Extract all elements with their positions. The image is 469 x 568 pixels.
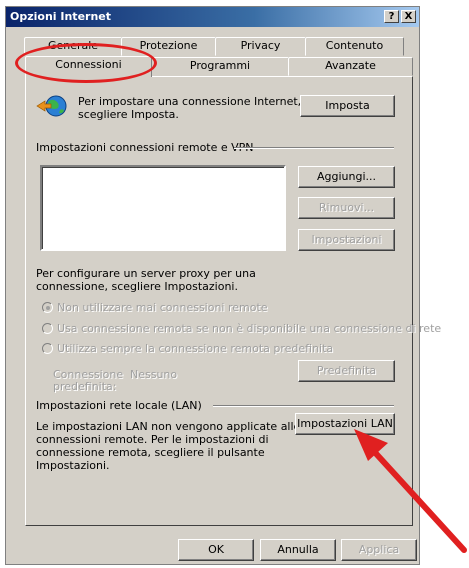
proxy-text-2: connessione, scegliere Impostazioni. <box>36 280 238 293</box>
setup-text-1: Per impostare una connessione Internet, <box>78 95 302 108</box>
connections-list[interactable] <box>40 165 286 251</box>
lan-text-4: Impostazioni. <box>36 459 110 472</box>
title-bar: Opzioni Internet ? X <box>6 7 419 27</box>
tab-contenuto[interactable]: Contenuto <box>305 37 404 56</box>
annotation-arrow-icon <box>354 429 467 553</box>
radio-dial-when-no-network[interactable] <box>42 323 53 334</box>
proxy-text-1: Per configurare un server proxy per una <box>36 267 256 280</box>
default-connection-value: Nessuno <box>130 368 178 381</box>
lan-section-title: Impostazioni rete locale (LAN) <box>36 399 202 412</box>
remote-divider <box>234 147 394 149</box>
lan-divider <box>213 405 394 407</box>
internet-globe-icon <box>36 95 67 117</box>
default-connection-label-2: predefinita: <box>53 380 117 393</box>
close-button[interactable]: X <box>401 10 416 23</box>
remote-section-title: Impostazioni connessioni remote e VPN <box>36 141 254 154</box>
remote-settings-button[interactable]: Impostazioni <box>298 229 395 251</box>
radio-always-dial-label: Utilizza sempre la connessione remota pr… <box>57 342 334 355</box>
lan-text-1: Le impostazioni LAN non vengono applicat… <box>36 420 301 433</box>
remove-button[interactable]: Rimuovi... <box>298 197 395 219</box>
lan-text-3: connessione remota, scegliere il pulsant… <box>36 446 265 459</box>
tab-programmi[interactable]: Programmi <box>151 57 289 76</box>
cancel-button[interactable]: Annulla <box>260 539 336 561</box>
ok-button[interactable]: OK <box>178 539 254 561</box>
radio-never-dial-label: Non utilizzare mai connessioni remote <box>57 301 268 314</box>
setup-text-2: scegliere Imposta. <box>78 108 179 121</box>
help-button[interactable]: ? <box>384 10 399 23</box>
radio-selected-dot <box>46 306 50 310</box>
tab-avanzate[interactable]: Avanzate <box>288 57 413 76</box>
annotation-oval <box>15 43 157 83</box>
radio-never-dial[interactable] <box>42 302 53 313</box>
tab-privacy[interactable]: Privacy <box>215 37 306 56</box>
window-title: Opzioni Internet <box>10 10 112 23</box>
radio-dial-when-no-network-label: Usa connessione remota se non è disponib… <box>57 322 442 335</box>
lan-text-2: connessioni remote. Per le impostazioni … <box>36 433 269 446</box>
radio-always-dial[interactable] <box>42 343 53 354</box>
setup-button[interactable]: Imposta <box>300 95 395 117</box>
add-button[interactable]: Aggiungi... <box>298 166 395 188</box>
set-default-button[interactable]: Predefinita <box>298 360 395 382</box>
